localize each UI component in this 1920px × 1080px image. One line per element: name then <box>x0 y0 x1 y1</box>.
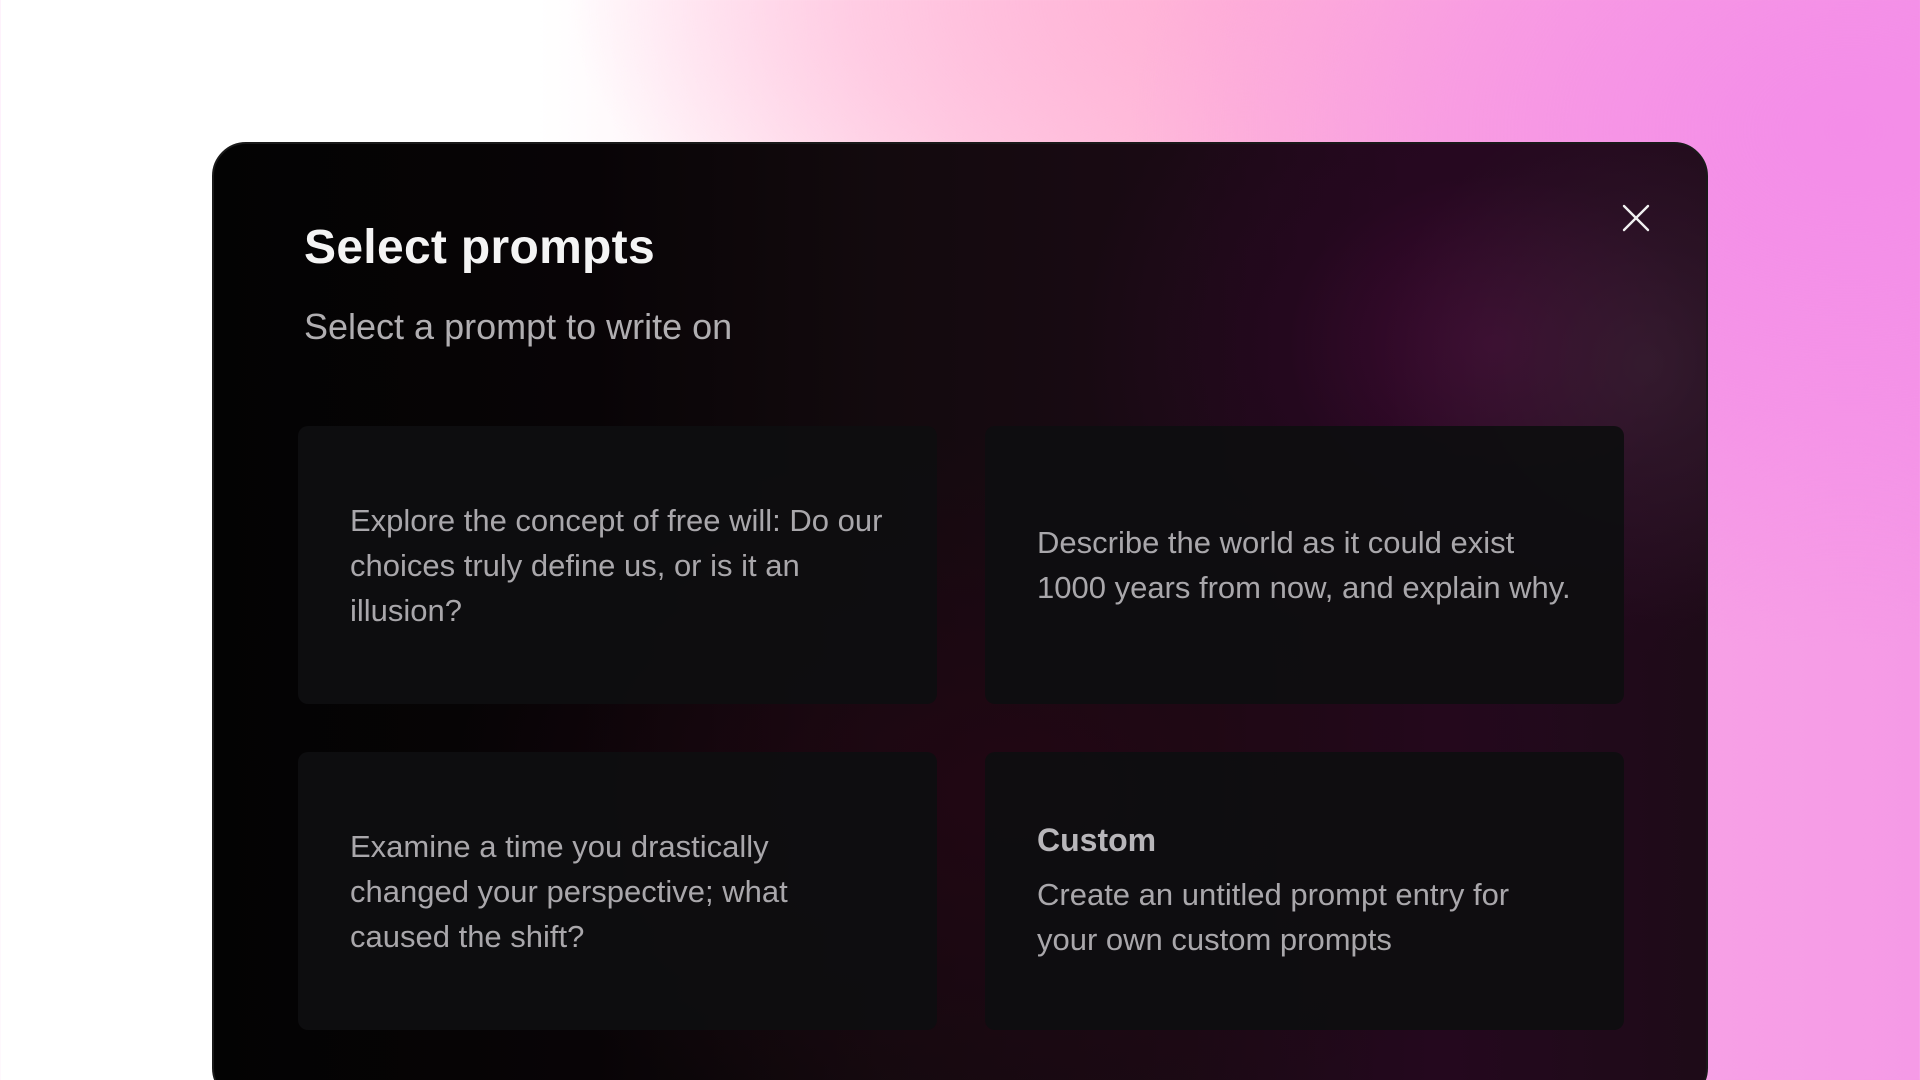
close-button[interactable] <box>1614 196 1658 240</box>
select-prompts-modal: Select prompts Select a prompt to write … <box>212 142 1708 1080</box>
custom-card-description: Create an untitled prompt entry for your… <box>1037 877 1510 957</box>
custom-card-title: Custom <box>1037 822 1157 858</box>
modal-subtitle: Select a prompt to write on <box>304 306 733 347</box>
close-icon <box>1622 204 1650 232</box>
prompt-card-text: Explore the concept of free will: Do our… <box>350 502 883 628</box>
prompt-card-future-world[interactable]: Describe the world as it could exist 100… <box>985 426 1624 704</box>
modal-title: Select prompts <box>304 221 655 274</box>
prompt-card-perspective-shift[interactable]: Examine a time you drastically changed y… <box>298 752 937 1030</box>
prompt-card-text: Examine a time you drastically changed y… <box>350 828 788 954</box>
prompt-card-free-will[interactable]: Explore the concept of free will: Do our… <box>298 426 937 704</box>
prompt-card-custom[interactable]: Custom Create an untitled prompt entry f… <box>985 752 1624 1030</box>
prompt-grid: Explore the concept of free will: Do our… <box>298 426 1624 1030</box>
prompt-card-text: Describe the world as it could exist 100… <box>1037 525 1571 605</box>
